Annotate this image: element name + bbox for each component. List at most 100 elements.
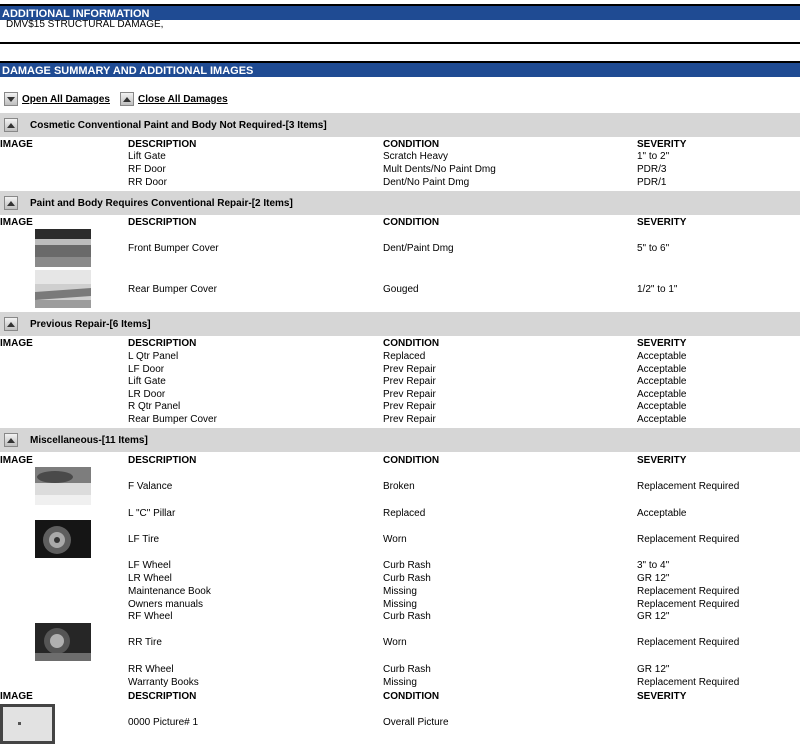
header-severity: SEVERITY <box>637 217 687 228</box>
cell-description: Lift Gate <box>128 376 166 387</box>
additional-info-text: DMV$15 STRUCTURAL DAMAGE, <box>6 19 164 30</box>
cell-condition: Missing <box>383 586 417 597</box>
header-description: DESCRIPTION <box>128 139 197 150</box>
cell-description: RF Wheel <box>128 611 173 622</box>
table-header: IMAGE DESCRIPTION CONDITION SEVERITY <box>0 139 800 151</box>
cell-condition: Mult Dents/No Paint Dmg <box>383 164 496 175</box>
close-all-damages-button[interactable]: Close All Damages <box>120 90 228 108</box>
cell-severity: Acceptable <box>637 389 687 400</box>
cell-condition: Worn <box>383 637 407 648</box>
cell-condition: Curb Rash <box>383 664 431 675</box>
close-all-damages-label: Close All Damages <box>138 93 228 105</box>
header-image: IMAGE <box>0 139 33 150</box>
chevron-down-icon <box>4 92 18 106</box>
header-image: IMAGE <box>0 338 33 349</box>
section-header-cosmetic[interactable]: Cosmetic Conventional Paint and Body Not… <box>0 113 800 137</box>
table-row: LR Door Prev Repair Acceptable <box>0 389 800 401</box>
cell-severity: 3" to 4" <box>637 560 670 571</box>
cell-severity: Acceptable <box>637 508 687 519</box>
header-description: DESCRIPTION <box>128 217 197 228</box>
table-row: Warranty Books Missing Replacement Requi… <box>0 677 800 689</box>
cell-description: Front Bumper Cover <box>128 243 219 254</box>
cell-condition: Prev Repair <box>383 401 436 412</box>
section-header-paint-body[interactable]: Paint and Body Requires Conventional Rep… <box>0 191 800 215</box>
cell-severity: 1/2" to 1" <box>637 284 678 295</box>
cell-description: Maintenance Book <box>128 586 211 597</box>
header-description: DESCRIPTION <box>128 691 197 702</box>
header-description: DESCRIPTION <box>128 455 197 466</box>
collapse-icon[interactable] <box>4 433 18 447</box>
header-image: IMAGE <box>0 455 33 466</box>
cell-condition: Worn <box>383 534 407 545</box>
cell-description: 0000 Picture# 1 <box>128 717 199 728</box>
header-severity: SEVERITY <box>637 338 687 349</box>
cell-condition: Overall Picture <box>383 717 449 728</box>
cell-description: Rear Bumper Cover <box>128 284 217 295</box>
collapse-icon[interactable] <box>4 317 18 331</box>
cell-severity: Acceptable <box>637 364 687 375</box>
cell-severity: Replacement Required <box>637 677 740 688</box>
cell-severity: Replacement Required <box>637 637 740 648</box>
cell-condition: Dent/No Paint Dmg <box>383 177 470 188</box>
collapse-icon[interactable] <box>4 196 18 210</box>
open-all-damages-label: Open All Damages <box>22 93 110 105</box>
cell-description: LF Door <box>128 364 165 375</box>
header-condition: CONDITION <box>383 338 440 349</box>
cell-description: L Qtr Panel <box>128 351 179 362</box>
cell-severity: Acceptable <box>637 376 687 387</box>
cell-description: L "C" Pillar <box>128 508 176 519</box>
open-all-damages-button[interactable]: Open All Damages <box>4 90 110 108</box>
cell-condition: Prev Repair <box>383 376 436 387</box>
cell-severity: GR 12" <box>637 573 670 584</box>
cell-severity: PDR/3 <box>637 164 667 175</box>
cell-severity: Replacement Required <box>637 534 740 545</box>
cell-condition: Broken <box>383 481 415 492</box>
table-header: IMAGE DESCRIPTION CONDITION SEVERITY <box>0 338 800 350</box>
section-title: Paint and Body Requires Conventional Rep… <box>30 197 293 209</box>
header-condition: CONDITION <box>383 217 440 228</box>
section-header-miscellaneous[interactable]: Miscellaneous-[11 Items] <box>0 428 800 452</box>
section-header-previous-repair[interactable]: Previous Repair-[6 Items] <box>0 312 800 336</box>
table-row: RF Door Mult Dents/No Paint Dmg PDR/3 <box>0 164 800 176</box>
header-description: DESCRIPTION <box>128 338 197 349</box>
cell-severity: 5" to 6" <box>637 243 670 254</box>
header-severity: SEVERITY <box>637 455 687 466</box>
cell-severity: 1" to 2" <box>637 151 670 162</box>
cell-condition: Missing <box>383 599 417 610</box>
cell-severity: PDR/1 <box>637 177 667 188</box>
cell-description: RR Wheel <box>128 664 174 675</box>
cell-description: RF Door <box>128 164 166 175</box>
cell-condition: Prev Repair <box>383 414 436 425</box>
table-row: RR Tire Worn Replacement Required <box>0 637 800 649</box>
cell-description: LF Wheel <box>128 560 171 571</box>
cell-description: RR Door <box>128 177 167 188</box>
header-condition: CONDITION <box>383 455 440 466</box>
damage-summary-header: DAMAGE SUMMARY AND ADDITIONAL IMAGES <box>0 61 800 77</box>
cell-severity: Replacement Required <box>637 481 740 492</box>
cell-description: LR Wheel <box>128 573 172 584</box>
cell-description: RR Tire <box>128 637 162 648</box>
header-condition: CONDITION <box>383 139 440 150</box>
table-row: R Qtr Panel Prev Repair Acceptable <box>0 401 800 413</box>
cell-description: LR Door <box>128 389 166 400</box>
cell-description: Rear Bumper Cover <box>128 414 217 425</box>
additional-info-header: ADDITIONAL INFORMATION <box>0 4 800 20</box>
cell-condition: Curb Rash <box>383 573 431 584</box>
table-header: IMAGE DESCRIPTION CONDITION SEVERITY <box>0 691 800 703</box>
cell-description: Owners manuals <box>128 599 204 610</box>
table-row: RR Door Dent/No Paint Dmg PDR/1 <box>0 177 800 189</box>
collapse-icon[interactable] <box>4 118 18 132</box>
table-header: IMAGE DESCRIPTION CONDITION SEVERITY <box>0 217 800 229</box>
table-row: Maintenance Book Missing Replacement Req… <box>0 586 800 598</box>
cell-severity: GR 12" <box>637 611 670 622</box>
table-row: Rear Bumper Cover Prev Repair Acceptable <box>0 414 800 426</box>
table-row: Rear Bumper Cover Gouged 1/2" to 1" <box>0 284 800 296</box>
cell-condition: Scratch Heavy <box>383 151 449 162</box>
cell-condition: Replaced <box>383 508 426 519</box>
cell-condition: Gouged <box>383 284 419 295</box>
cell-condition: Prev Repair <box>383 364 436 375</box>
cell-condition: Curb Rash <box>383 611 431 622</box>
cell-severity: Acceptable <box>637 414 687 425</box>
table-row: F Valance Broken Replacement Required <box>0 481 800 493</box>
cell-condition: Curb Rash <box>383 560 431 571</box>
